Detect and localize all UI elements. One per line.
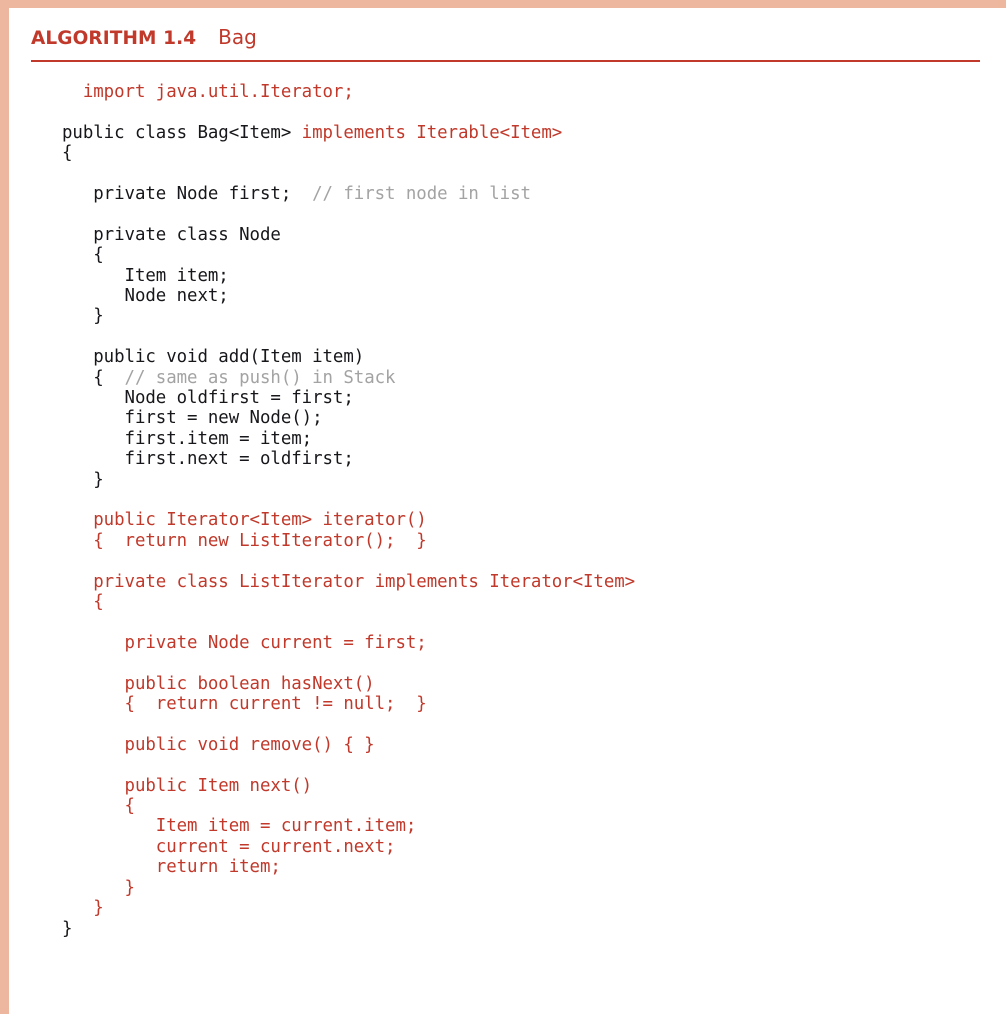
code-token-black: } [62,469,104,490]
code-token-red: implements Iterable<Item> [301,122,563,143]
code-line: private Node first; // first node in lis… [62,184,635,204]
code-line: { // same as push() in Stack [62,368,635,388]
code-token-black: private class Node [62,224,281,245]
algorithm-header: ALGORITHM 1.4 Bag [31,25,257,51]
code-line: public void remove() { } [62,735,635,755]
code-token-comment: // same as push() in Stack [124,367,396,388]
code-line: public boolean hasNext() [62,674,635,694]
code-line: { return new ListIterator(); } [62,531,635,551]
code-line: { [62,143,635,163]
code-token-red: { [62,592,104,613]
code-token-red: return item; [62,857,281,878]
code-line: } [62,878,635,898]
code-token-red: import java.util.Iterator; [62,82,354,102]
code-line: } [62,919,635,939]
code-token-black: public class Bag<Item> [62,122,302,143]
code-token-red: public Iterator<Item> iterator() [62,510,427,531]
code-token-black: first = new Node(); [62,408,323,429]
code-token-black: first.next = oldfirst; [62,449,354,470]
code-token-red: { [62,796,135,817]
code-line: } [62,470,635,490]
code-line: { return current != null; } [62,694,635,714]
code-line: private Node current = first; [62,633,635,653]
left-border-rule [0,0,9,1014]
code-token-red: private Node current = first; [62,632,427,653]
code-token-black: first.item = item; [62,428,313,449]
code-line: { [62,796,635,816]
code-token-black: { [62,143,73,164]
code-line: private class ListIterator implements It… [62,572,635,592]
code-token-black: Node oldfirst = first; [62,388,354,409]
code-line: { [62,245,635,265]
page-title: Bag [218,25,257,49]
header-divider [31,60,980,62]
code-token-red: { return current != null; } [62,694,427,715]
code-token-red: private class ListIterator implements It… [62,571,636,592]
code-token-black: } [62,918,73,939]
code-line: first = new Node(); [62,408,635,428]
code-line: } [62,306,635,326]
code-line: Node oldfirst = first; [62,388,635,408]
code-listing: import java.util.Iterator; public class B… [62,82,635,939]
code-token-black: { [62,367,125,388]
code-token-comment: // first node in list [312,184,531,204]
code-token-red: public void remove() { } [62,734,375,755]
code-line: } [62,898,635,918]
code-line: return item; [62,857,635,877]
code-line: { [62,592,635,612]
code-line: first.item = item; [62,429,635,449]
code-line: first.next = oldfirst; [62,449,635,469]
code-token-black: { [62,245,104,266]
code-token-black: Item item; [62,265,229,286]
code-token-red: } [62,877,135,898]
code-token-black: public void add(Item item) [62,347,365,368]
algorithm-number: ALGORITHM 1.4 [31,28,197,49]
top-border-rule [0,0,1006,8]
code-token-black: Node next; [62,286,229,307]
code-line: public Item next() [62,776,635,796]
code-token-red: public Item next() [62,775,313,796]
algorithm-listing-page: ALGORITHM 1.4 Bag import java.util.Iterat… [0,0,1006,1024]
code-token-black: private Node first; [62,184,313,204]
code-line: import java.util.Iterator; [62,82,635,102]
code-line: public class Bag<Item> implements Iterab… [62,123,635,143]
code-line: public void add(Item item) [62,347,635,367]
code-line: Item item; [62,266,635,286]
code-line: Node next; [62,286,635,306]
code-token-red: current = current.next; [62,836,396,857]
code-token-red: } [62,898,104,919]
code-line: public Iterator<Item> iterator() [62,510,635,530]
code-token-black: } [62,306,104,327]
code-token-red: public boolean hasNext() [62,673,375,694]
code-line: current = current.next; [62,837,635,857]
code-line: private class Node [62,225,635,245]
code-token-red: Item item = current.item; [62,816,417,837]
code-line: Item item = current.item; [62,816,635,836]
code-token-red: { return new ListIterator(); } [62,530,427,551]
